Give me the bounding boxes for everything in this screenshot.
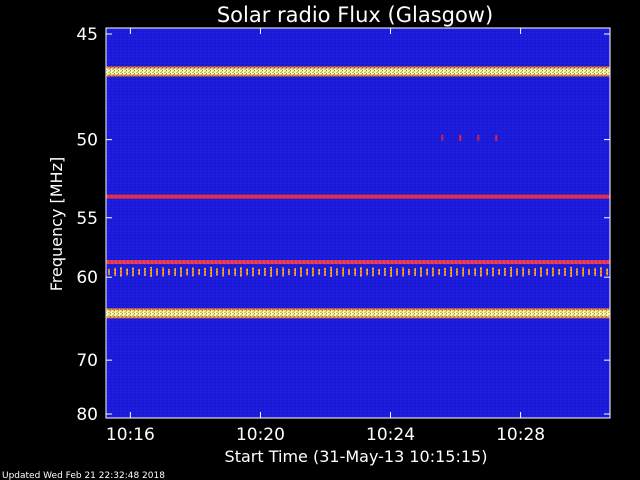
y-tick-label: 70 bbox=[76, 351, 98, 371]
y-tick-label: 50 bbox=[76, 131, 98, 151]
noise-texture bbox=[106, 28, 610, 418]
y-tick-label: 55 bbox=[76, 209, 98, 229]
y-tick-label: 45 bbox=[76, 25, 98, 45]
chart-title: Solar radio Flux (Glasgow) bbox=[217, 3, 493, 27]
plot-area bbox=[105, 27, 611, 419]
y-axis-title: Frequency [MHz] bbox=[47, 157, 66, 291]
x-tick-label: 10:24 bbox=[366, 425, 415, 445]
spectrogram-chart: Solar radio Flux (Glasgow) 455055607080 … bbox=[2, 3, 611, 480]
y-tick-label: 80 bbox=[76, 405, 98, 425]
updated-timestamp: Updated Wed Feb 21 22:32:48 2018 bbox=[2, 471, 165, 480]
y-tick-label: 60 bbox=[76, 268, 98, 288]
x-tick-label: 10:20 bbox=[236, 425, 285, 445]
x-axis-title: Start Time (31-May-13 10:15:15) bbox=[225, 447, 488, 466]
x-tick-label: 10:16 bbox=[106, 425, 155, 445]
x-tick-label: 10:28 bbox=[496, 425, 545, 445]
